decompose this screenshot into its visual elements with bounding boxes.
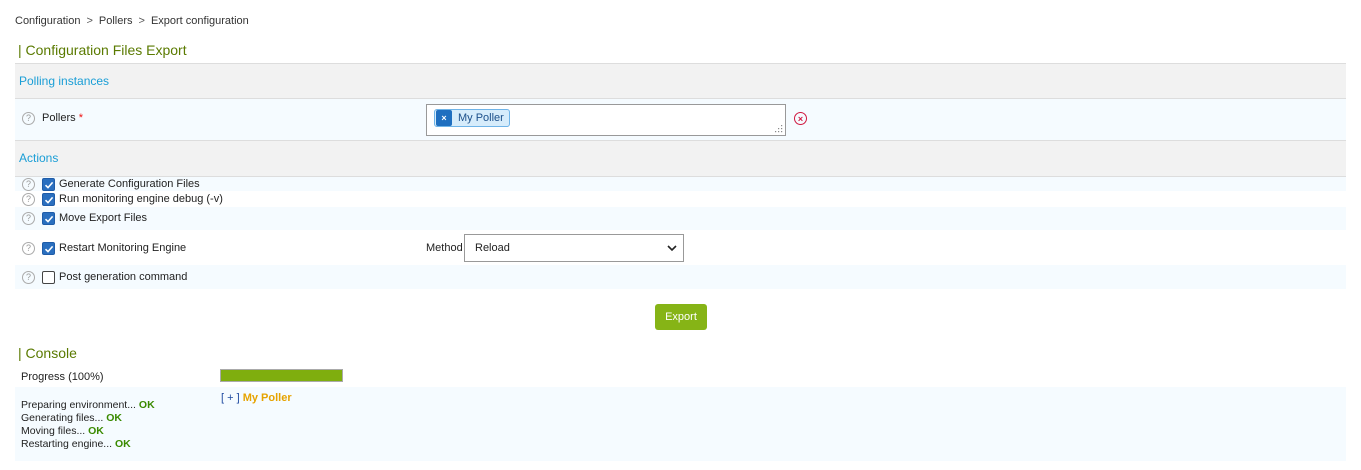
breadcrumb: Configuration > Pollers > Export configu…	[15, 15, 249, 27]
log-status: OK	[138, 399, 155, 411]
chevron-down-icon	[667, 245, 677, 252]
method-label: Method	[426, 242, 463, 254]
progress-label: Progress (100%)	[21, 371, 104, 383]
resize-handle-icon[interactable]	[775, 125, 783, 133]
progress-bar-fill	[221, 370, 342, 381]
poller-tag: × My Poller	[434, 109, 510, 127]
post-command-checkbox[interactable]	[42, 271, 55, 284]
log-text: Moving files...	[21, 425, 86, 437]
row-bg	[15, 265, 1346, 289]
method-select[interactable]: Reload	[464, 234, 684, 262]
run-debug-checkbox[interactable]	[42, 193, 55, 206]
tag-remove-icon[interactable]: ×	[436, 110, 452, 126]
generate-files-label: Generate Configuration Files	[59, 178, 200, 190]
required-mark: *	[78, 112, 83, 124]
polling-instances-header: Polling instances	[15, 63, 1346, 99]
checkmark-icon	[44, 245, 53, 253]
help-icon[interactable]: ?	[22, 193, 35, 206]
breadcrumb-separator: >	[86, 15, 93, 27]
log-status: OK	[88, 425, 104, 437]
breadcrumb-item-export[interactable]: Export configuration	[151, 15, 249, 27]
move-files-checkbox[interactable]	[42, 212, 55, 225]
breadcrumb-item-pollers[interactable]: Pollers	[99, 15, 133, 27]
pollers-label: Pollers *	[42, 112, 83, 124]
help-icon[interactable]: ?	[22, 112, 35, 125]
log-text: Generating files...	[21, 412, 104, 424]
post-command-label: Post generation command	[59, 271, 188, 283]
move-files-label: Move Export Files	[59, 212, 148, 224]
log-line: Restarting engine... OK	[21, 438, 155, 451]
breadcrumb-separator: >	[138, 15, 145, 27]
export-button[interactable]: Export	[655, 304, 707, 330]
pollers-multiselect[interactable]: × My Poller	[426, 104, 786, 136]
expand-toggle[interactable]: [ + ]	[221, 392, 240, 404]
row-bg	[15, 207, 1346, 230]
checkmark-icon	[44, 196, 53, 204]
help-icon[interactable]: ?	[22, 212, 35, 225]
breadcrumb-item-configuration[interactable]: Configuration	[15, 15, 80, 27]
console-title: | Console	[18, 345, 77, 361]
checkmark-icon	[44, 181, 53, 189]
pollers-label-text: Pollers	[42, 112, 76, 124]
page-title: | Configuration Files Export	[18, 42, 187, 58]
generate-files-checkbox[interactable]	[42, 178, 55, 191]
log-status: OK	[114, 438, 131, 450]
poller-name: My Poller	[242, 392, 292, 404]
restart-engine-checkbox[interactable]	[42, 242, 55, 255]
help-icon[interactable]: ?	[22, 242, 35, 255]
progress-bar	[220, 369, 343, 382]
restart-engine-label: Restart Monitoring Engine	[59, 242, 187, 254]
poller-output-header: [ + ] My Poller	[221, 392, 292, 404]
console-output	[15, 387, 1346, 461]
help-icon[interactable]: ?	[22, 271, 35, 284]
log-line: Moving files... OK	[21, 425, 155, 438]
progress-percent: (100%)	[68, 371, 104, 383]
log-text: Preparing environment...	[21, 399, 136, 411]
clear-selection-icon[interactable]: ×	[794, 112, 807, 125]
progress-label-text: Progress	[21, 371, 66, 383]
log-line: Generating files... OK	[21, 412, 155, 425]
log-status: OK	[106, 412, 122, 424]
run-debug-label: Run monitoring engine debug (-v)	[59, 193, 223, 205]
console-log: Preparing environment... OK Generating f…	[21, 399, 155, 451]
help-icon[interactable]: ?	[22, 178, 35, 191]
poller-tag-label: My Poller	[458, 112, 504, 124]
row-bg	[15, 177, 1346, 191]
checkmark-icon	[44, 215, 53, 223]
actions-header: Actions	[15, 140, 1346, 177]
method-select-value: Reload	[475, 242, 510, 254]
progress-row	[15, 366, 1346, 387]
log-line: Preparing environment... OK	[21, 399, 155, 412]
log-text: Restarting engine...	[21, 438, 113, 450]
